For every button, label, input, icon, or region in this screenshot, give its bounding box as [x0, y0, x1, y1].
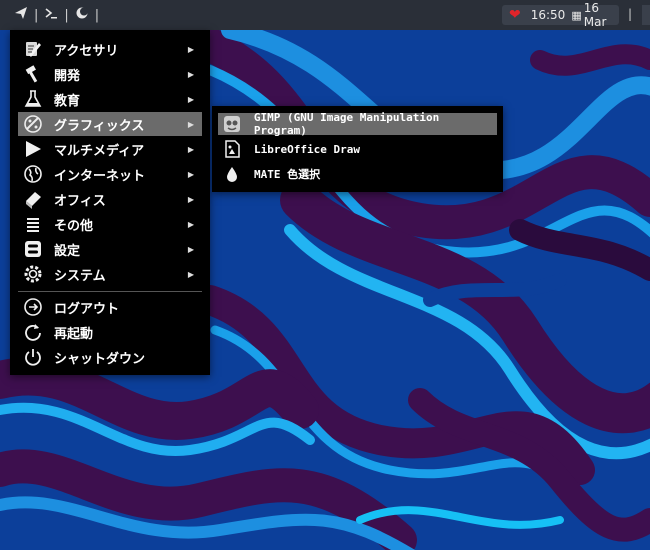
paper-plane-icon[interactable]: [14, 6, 28, 24]
clock-widget[interactable]: ❤ 16:50 ▦ 16 Mar: [502, 1, 619, 29]
moon-icon[interactable]: [75, 6, 89, 24]
panel-separator: |: [94, 7, 100, 23]
submenu-arrow-icon: ▶: [187, 169, 194, 179]
submenu-arrow-icon: ▶: [187, 269, 194, 279]
submenu-arrow-icon: ▶: [187, 119, 194, 129]
draw-icon: [222, 139, 242, 159]
menu-item-label: マルチメディア: [54, 143, 145, 159]
menu-item-development[interactable]: 開発 ▶: [18, 62, 202, 86]
panel-separator: |: [64, 7, 69, 23]
menu-item-other[interactable]: その他 ▶: [18, 212, 202, 236]
terminal-icon[interactable]: [44, 6, 58, 24]
power-icon: [22, 346, 44, 368]
settings-icon: [22, 238, 44, 260]
submenu-arrow-icon: ▶: [187, 144, 194, 154]
menu-item-internet[interactable]: インターネット ▶: [18, 162, 202, 186]
calendar-icon: ▦: [571, 8, 582, 22]
panel-separator: |: [628, 7, 633, 21]
panel-tray-edge[interactable]: [642, 5, 650, 25]
menu-item-office[interactable]: オフィス ▶: [18, 187, 202, 211]
book-icon: [22, 188, 44, 210]
menu-item-label: グラフィックス: [54, 118, 145, 134]
clock-date: 16 Mar: [583, 1, 607, 29]
submenu-arrow-icon: ▶: [187, 69, 194, 79]
restart-icon: [22, 321, 44, 343]
menu-item-label: ログアウト: [54, 301, 120, 317]
menu-item-label: シャットダウン: [54, 351, 146, 367]
menu-item-label: 再起動: [54, 326, 94, 342]
submenu-arrow-icon: ▶: [187, 94, 194, 104]
submenu-arrow-icon: ▶: [187, 219, 194, 229]
menu-item-label: 開発: [54, 68, 81, 84]
graphics-icon: [22, 113, 44, 135]
menu-item-shutdown[interactable]: シャットダウン: [18, 345, 202, 369]
submenu-arrow-icon: ▶: [187, 244, 194, 254]
top-panel: | | | ❤ 16:50 ▦ 16 Mar |: [0, 0, 650, 30]
logout-icon: [22, 296, 44, 318]
submenu-item-mate-color[interactable]: MATE 色選択: [218, 163, 497, 185]
submenu-arrow-icon: ▶: [187, 44, 194, 54]
menu-item-label: 教育: [54, 93, 81, 109]
globe-icon: [22, 163, 44, 185]
menu-item-accessories[interactable]: アクセサリ ▶: [18, 37, 202, 61]
clock-time: 16:50: [530, 8, 566, 22]
submenu-arrow-icon: ▶: [187, 194, 194, 204]
menu-item-restart[interactable]: 再起動: [18, 320, 202, 344]
submenu-item-libreoffice-draw[interactable]: LibreOffice Draw: [218, 138, 497, 160]
submenu-item-label: MATE 色選択: [254, 168, 321, 181]
menu-item-label: その他: [54, 218, 94, 234]
submenu-item-label: LibreOffice Draw: [254, 142, 360, 156]
menu-item-system[interactable]: システム ▶: [18, 262, 202, 286]
menu-item-graphics[interactable]: グラフィックス ▶: [18, 112, 202, 136]
menu-item-multimedia[interactable]: マルチメディア ▶: [18, 137, 202, 161]
submenu-item-gimp[interactable]: GIMP (GNU Image Manipulation Program): [218, 111, 497, 137]
submenu-item-label: GIMP (GNU Image Manipulation Program): [253, 111, 440, 137]
accessories-icon: [22, 38, 44, 60]
menu-item-label: 設定: [54, 243, 81, 259]
menu-item-label: インターネット: [54, 168, 146, 184]
application-menu: アクセサリ ▶ 開発 ▶ 教育 ▶ グラフィックス ▶ マルチメディア ▶ イン…: [10, 30, 210, 375]
menu-item-label: システム: [54, 268, 106, 284]
hammer-icon: [22, 63, 44, 85]
menu-item-settings[interactable]: 設定 ▶: [18, 237, 202, 261]
gimp-icon: [222, 114, 242, 134]
droplet-icon: [222, 164, 242, 184]
menu-divider: [18, 291, 202, 292]
menu-item-education[interactable]: 教育 ▶: [18, 87, 202, 111]
list-icon: [22, 213, 44, 235]
graphics-submenu: GIMP (GNU Image Manipulation Program) Li…: [212, 106, 503, 192]
heart-icon: ❤: [509, 7, 521, 23]
flask-icon: [22, 88, 44, 110]
play-icon: [22, 138, 44, 160]
menu-item-label: アクセサリ: [54, 43, 119, 59]
menu-item-logout[interactable]: ログアウト: [18, 295, 202, 319]
panel-separator: |: [34, 7, 39, 23]
gear-icon: [22, 263, 44, 285]
menu-item-label: オフィス: [54, 193, 106, 209]
